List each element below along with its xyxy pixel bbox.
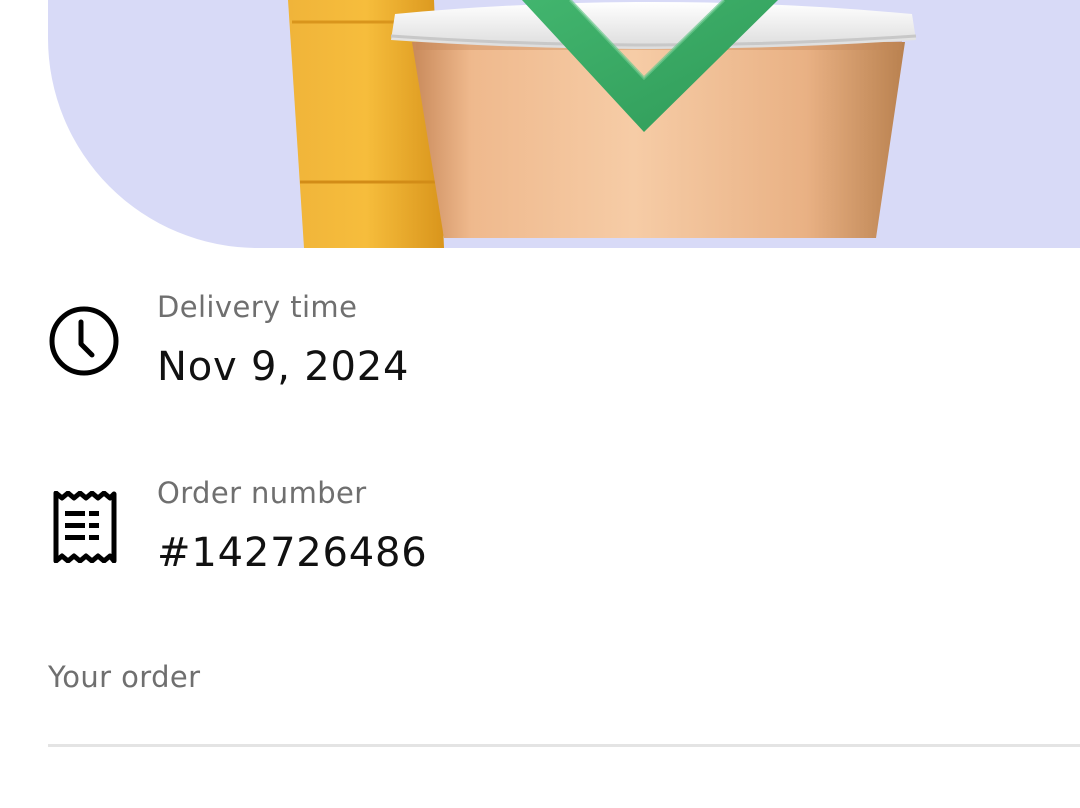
section-divider — [48, 744, 1080, 747]
order-number-label: Order number — [157, 476, 367, 510]
drinks-success-illustration — [288, 0, 917, 248]
clock-icon — [49, 306, 119, 376]
order-number-row: Order number #142726486 — [0, 466, 1080, 596]
order-confirmation-screen: Delivery time Nov 9, 2024 Order number #… — [0, 0, 1080, 808]
delivery-time-value: Nov 9, 2024 — [157, 344, 410, 390]
order-number-value: #142726486 — [157, 530, 428, 576]
receipt-icon — [53, 491, 117, 563]
delivery-time-row: Delivery time Nov 9, 2024 — [0, 280, 1080, 410]
delivery-time-label: Delivery time — [157, 290, 358, 324]
order-success-banner — [48, 0, 1080, 248]
your-order-heading: Your order — [48, 660, 201, 694]
